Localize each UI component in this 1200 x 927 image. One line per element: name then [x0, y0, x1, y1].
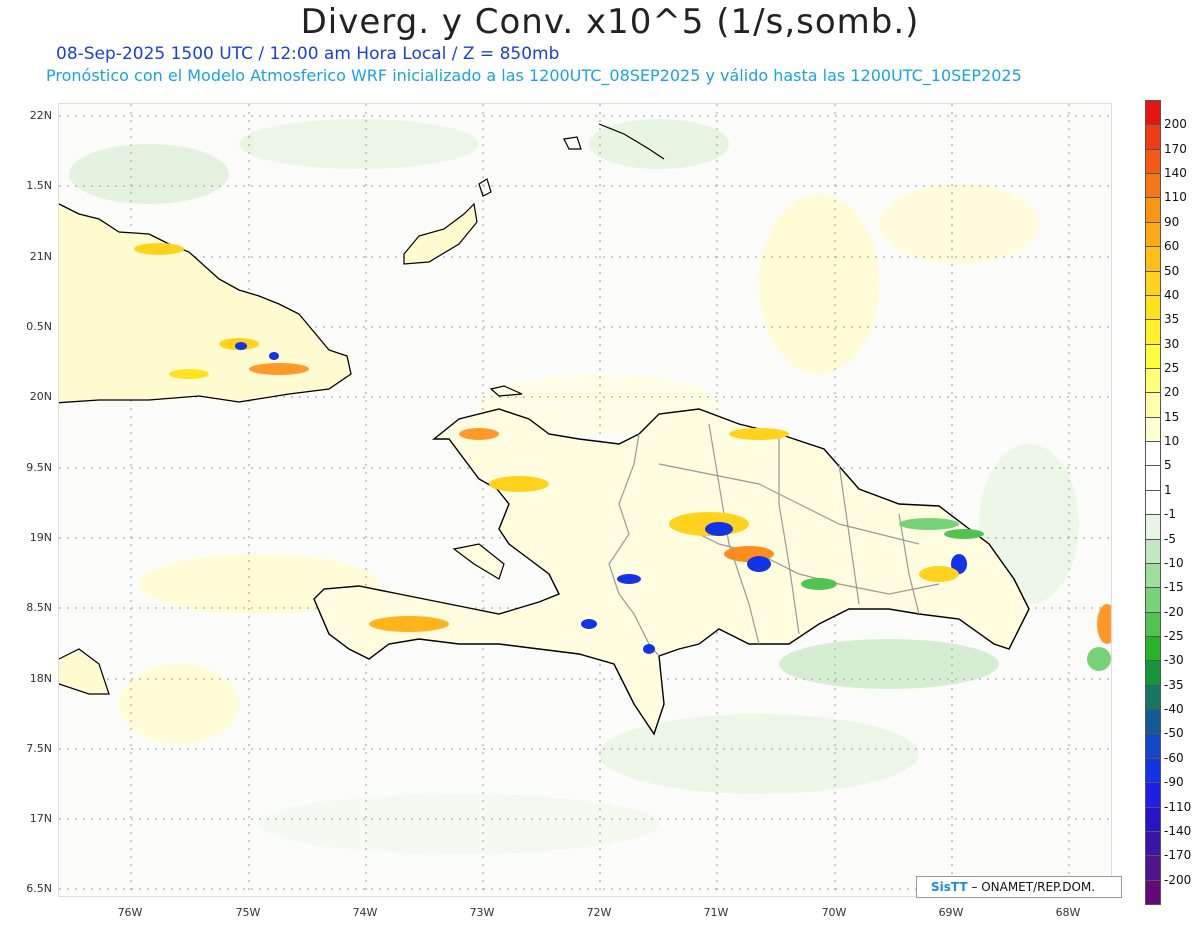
lon-tick: 75W	[235, 906, 261, 919]
colorbar-swatch	[1145, 246, 1161, 272]
colorbar-label: 90	[1164, 214, 1180, 229]
lon-tick: 72W	[586, 906, 612, 919]
colorbar-swatch	[1145, 465, 1161, 491]
colorbar-swatch	[1145, 782, 1161, 808]
colorbar-label: 200	[1164, 117, 1187, 132]
colorbar-swatch	[1145, 733, 1161, 759]
lat-tick: 21N	[29, 250, 52, 263]
colorbar-label: 35	[1164, 312, 1180, 327]
lat-tick: 8.5N	[26, 601, 52, 614]
colorbar-label: 25	[1164, 361, 1180, 375]
map-title: Diverg. y Conv. x10^5 (1/s,somb.)	[300, 2, 920, 42]
colorbar-label: 40	[1164, 287, 1180, 302]
colorbar-swatch	[1145, 514, 1161, 540]
colorbar-label: -90	[1164, 775, 1184, 790]
colorbar-label: 5	[1164, 458, 1172, 473]
colorbar-swatch	[1145, 879, 1161, 905]
colorbar-swatch	[1145, 416, 1161, 443]
lat-tick: 1.5N	[26, 179, 52, 192]
colorbar-swatch	[1145, 611, 1161, 637]
sistt-logo: SisTT	[931, 880, 968, 894]
credit-text: – ONAMET/REP.DOM.	[971, 880, 1096, 894]
colorbar-label: 20	[1164, 385, 1180, 400]
valid-time-subtitle: 08-Sep-2025 1500 UTC / 12:00 am Hora Loc…	[56, 44, 560, 64]
colorbar-swatch	[1145, 221, 1161, 248]
colorbar-swatch	[1145, 587, 1161, 613]
colorbar-label: -30	[1164, 653, 1184, 668]
lat-tick: 0.5N	[26, 320, 52, 333]
puerto-rico-hotspot	[1097, 604, 1111, 644]
colorbar-label: -200	[1164, 872, 1192, 887]
colorbar-label: -60	[1164, 750, 1184, 765]
lon-tick: 73W	[469, 906, 495, 919]
colorbar-label: 110	[1164, 190, 1187, 205]
lon-tick: 70W	[821, 906, 847, 919]
lat-tick: 6.5N	[26, 882, 52, 895]
colorbar-label: -15	[1164, 580, 1184, 595]
colorbar-swatch	[1145, 709, 1161, 735]
colorbar-label: -35	[1164, 677, 1184, 692]
colorbar-label: -20	[1164, 604, 1184, 619]
colorbar-swatch	[1145, 441, 1161, 467]
colorbar-label: 10	[1164, 434, 1180, 449]
map-panel	[58, 103, 1112, 897]
colorbar-swatch	[1145, 806, 1161, 832]
credit-box: SisTT – ONAMET/REP.DOM.	[916, 876, 1122, 898]
colorbar-swatch	[1145, 124, 1161, 150]
colorbar-label: 30	[1164, 336, 1180, 351]
colorbar-swatch	[1145, 489, 1161, 516]
colorbar-label: -25	[1164, 629, 1184, 643]
colorbar-swatch	[1145, 830, 1161, 857]
lon-tick: 74W	[352, 906, 378, 919]
colorbar-label: 170	[1164, 141, 1187, 156]
colorbar-swatch	[1145, 319, 1161, 345]
colorbar-swatch	[1145, 562, 1161, 589]
lat-tick: 18N	[29, 672, 52, 685]
map-field-svg	[59, 104, 1111, 896]
lon-tick: 68W	[1055, 906, 1081, 919]
colorbar-label: 140	[1164, 166, 1187, 181]
colorbar-swatch	[1145, 392, 1161, 418]
colorbar-swatch	[1145, 100, 1161, 126]
colorbar-swatch	[1145, 684, 1161, 711]
lon-tick: 76W	[117, 906, 143, 919]
colorbar-swatch	[1145, 636, 1161, 662]
colorbar-label: -1	[1164, 507, 1176, 522]
colorbar-swatch	[1145, 538, 1161, 564]
colorbar-swatch	[1145, 660, 1161, 686]
colorbar-label: 60	[1164, 239, 1180, 254]
colorbar-label: -5	[1164, 531, 1176, 546]
colorbar-swatch	[1145, 343, 1161, 369]
colorbar-swatch	[1145, 148, 1161, 175]
colorbar-label: -110	[1164, 799, 1192, 814]
colorbar-label: -50	[1164, 726, 1184, 741]
colorbar-swatch	[1145, 855, 1161, 881]
colorbar-swatch	[1145, 270, 1161, 296]
gonave-island	[452, 543, 505, 580]
colorbar-label: -170	[1164, 848, 1192, 863]
colorbar-label: 15	[1164, 409, 1180, 424]
lat-tick: 19N	[29, 531, 52, 544]
colorbar-swatch	[1145, 757, 1161, 784]
lat-tick: 7.5N	[26, 742, 52, 755]
colorbar-label: -40	[1164, 702, 1184, 717]
colorbar-swatch	[1145, 197, 1161, 223]
lon-tick: 71W	[703, 906, 729, 919]
colorbar-swatch	[1145, 173, 1161, 199]
colorbar-label: -140	[1164, 823, 1192, 838]
colorbar-label: 50	[1164, 263, 1180, 278]
colorbar-swatch	[1145, 368, 1161, 394]
colorbar-label: -10	[1164, 555, 1184, 570]
lon-tick: 69W	[938, 906, 964, 919]
colorbar-swatch	[1145, 294, 1161, 321]
jamaica-coast	[59, 648, 110, 695]
colorbar-label: 1	[1164, 482, 1172, 497]
lat-tick: 20N	[29, 390, 52, 403]
lat-tick: 22N	[29, 109, 52, 122]
lat-tick: 17N	[29, 812, 52, 825]
lat-tick: 9.5N	[26, 461, 52, 474]
model-info-subtitle: Pronóstico con el Modelo Atmosferico WRF…	[46, 66, 1022, 85]
inagua-island	[403, 202, 478, 265]
